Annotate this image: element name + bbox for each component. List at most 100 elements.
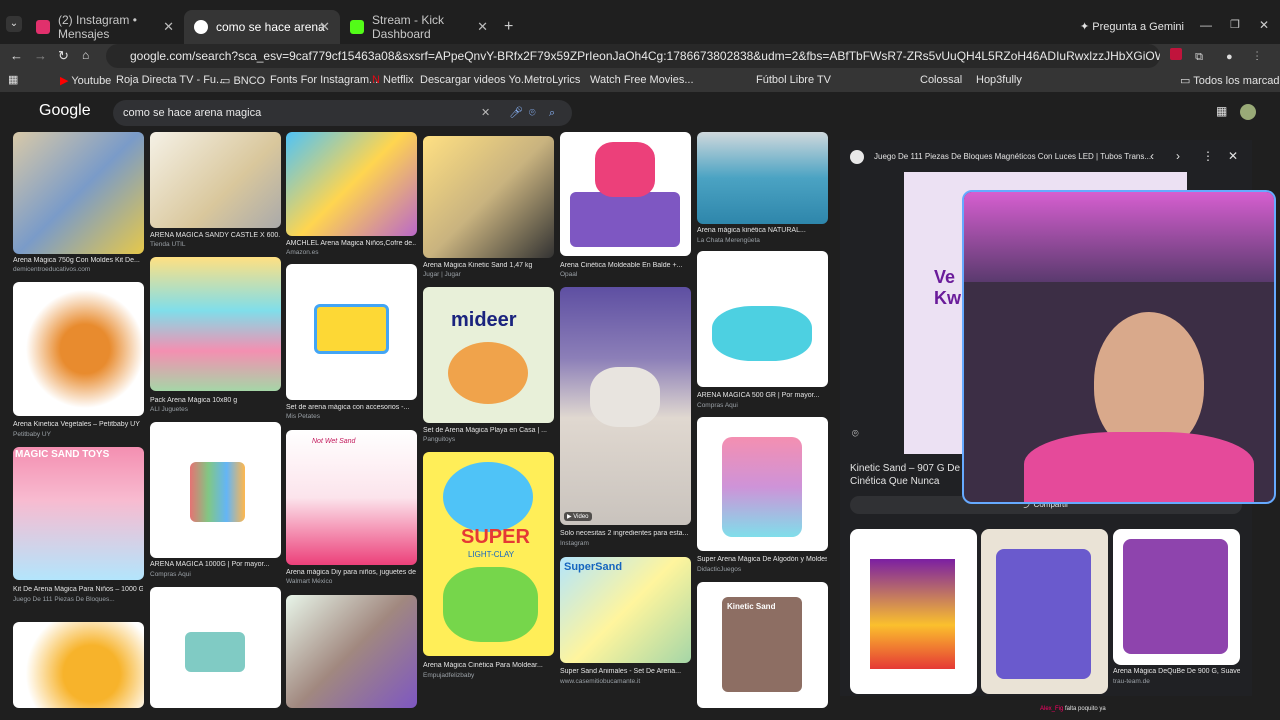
- result-image[interactable]: [150, 132, 281, 228]
- result-image[interactable]: [697, 417, 828, 551]
- result-source[interactable]: ALI Juguetes: [150, 406, 188, 413]
- result-caption[interactable]: Set de Arena Mágica Playa en Casa | ...: [423, 427, 553, 434]
- related-caption[interactable]: Arena Mágica DeQuBe De 900 G, Suave...: [1113, 668, 1240, 675]
- url-bar[interactable]: google.com/search?sca_esv=9caf779cf15463…: [106, 44, 1160, 68]
- related-image[interactable]: [850, 529, 977, 694]
- result-image[interactable]: [286, 264, 417, 400]
- result-source[interactable]: Mis Petates: [286, 413, 320, 420]
- result-source[interactable]: demicentroeducativos.com: [13, 266, 90, 273]
- reload-icon[interactable]: ↻: [58, 48, 69, 64]
- result-image[interactable]: SUPER LIGHT-CLAY: [423, 452, 554, 656]
- result-source[interactable]: Petitbaby UY: [13, 431, 51, 438]
- extension-icon[interactable]: [1170, 48, 1182, 60]
- bookmark-descargar[interactable]: Descargar videos Yo...: [420, 74, 530, 86]
- bookmark-fonts[interactable]: Fonts For Instagram...: [270, 74, 378, 86]
- bookmark-youtube[interactable]: ▶ Youtube: [60, 74, 111, 87]
- related-image[interactable]: [1113, 529, 1240, 665]
- close-icon[interactable]: ✕: [477, 19, 488, 35]
- google-logo[interactable]: Google: [39, 102, 91, 120]
- lens-icon[interactable]: ⌾: [529, 100, 536, 126]
- result-image[interactable]: Not Wet Sand: [286, 430, 417, 565]
- search-input[interactable]: como se hace arena magica ✕ 🎤︎ ⌾ ⌕: [113, 100, 572, 126]
- bookmark-colossal[interactable]: Colossal: [920, 74, 962, 86]
- puzzle-icon[interactable]: ⧉: [1195, 51, 1213, 63]
- result-caption[interactable]: Kit De Arena Mágica Para Niños – 1000 G.…: [13, 586, 143, 593]
- result-source[interactable]: Instagram: [560, 540, 589, 547]
- tab-kick[interactable]: Stream - Kick Dashboard ✕: [340, 13, 498, 41]
- close-icon[interactable]: ✕: [163, 19, 174, 35]
- result-source[interactable]: www.casemitiobucamante.it: [560, 678, 640, 685]
- result-source[interactable]: Panguitoys: [423, 436, 455, 443]
- result-image[interactable]: Kinetic Sand: [697, 582, 828, 708]
- clear-icon[interactable]: ✕: [481, 100, 490, 126]
- result-source[interactable]: Amazon.es: [286, 249, 319, 256]
- preview-desc[interactable]: Kinetic Sand – 907 G De A Cinética Que N…: [850, 462, 969, 488]
- bookmark-futbol[interactable]: Fútbol Libre TV: [756, 74, 831, 86]
- profile-icon[interactable]: ●: [1226, 51, 1243, 63]
- result-image[interactable]: MAGIC SAND TOYS: [13, 447, 144, 580]
- result-caption[interactable]: ARENA MAGICA 500 GR | Por mayor...: [697, 392, 827, 399]
- apps-icon[interactable]: ▦: [8, 73, 18, 86]
- bookmark-roja[interactable]: Roja Directa TV - Fu...: [116, 74, 225, 86]
- related-source[interactable]: trau-team.de: [1113, 678, 1150, 685]
- result-caption[interactable]: ARENA MAGICA SANDY CASTLE X 600...: [150, 232, 280, 239]
- result-source[interactable]: Opaal: [560, 271, 577, 278]
- tab-google-search[interactable]: como se hace arena magica - B ✕: [184, 10, 340, 44]
- avatar[interactable]: [1240, 104, 1256, 120]
- tab-instagram[interactable]: (2) Instagram • Mensajes ✕: [26, 13, 184, 41]
- bookmark-all[interactable]: ▭ Todos los marcadores: [1180, 74, 1280, 87]
- bookmark-netflix[interactable]: N Netflix: [372, 74, 414, 86]
- gemini-button[interactable]: ✦ Pregunta a Gemini: [1080, 20, 1184, 33]
- result-image[interactable]: [150, 257, 281, 391]
- result-caption[interactable]: AMCHLEL Arena Magica Niños,Cofre de...: [286, 240, 416, 247]
- result-source[interactable]: Tienda UTIL: [150, 241, 186, 248]
- menu-icon[interactable]: ⋮: [1256, 51, 1269, 63]
- google-apps-icon[interactable]: ▦: [1216, 104, 1227, 118]
- result-image[interactable]: [697, 251, 828, 387]
- mic-icon[interactable]: 🎤︎: [509, 100, 523, 126]
- result-image[interactable]: mideer: [423, 287, 554, 423]
- result-caption[interactable]: Arena Mágica Kinetic Sand 1,47 kg: [423, 262, 553, 269]
- related-image[interactable]: [981, 529, 1108, 694]
- result-image[interactable]: [423, 136, 554, 258]
- result-image[interactable]: SuperSand: [560, 557, 691, 663]
- search-icon[interactable]: ⌕: [549, 100, 555, 126]
- result-source[interactable]: Empujadfelizbaby: [423, 672, 474, 679]
- result-image[interactable]: [13, 282, 144, 416]
- result-caption[interactable]: Arena mágica Diy para niños, juguetes de…: [286, 569, 416, 576]
- result-image[interactable]: [286, 595, 417, 708]
- result-caption[interactable]: Super Arena Mágica De Algodón y Moldes..…: [697, 556, 827, 563]
- bookmark-metrolyrics[interactable]: MetroLyrics: [524, 74, 580, 86]
- result-caption[interactable]: ARENA MÁGICA 1000G | Por mayor...: [150, 561, 280, 568]
- restore-button[interactable]: ❐: [1230, 18, 1240, 31]
- bookmark-hop3fully[interactable]: Hop3fully: [976, 74, 1022, 86]
- minimize-button[interactable]: —: [1200, 18, 1212, 32]
- bookmark-bnco[interactable]: ▭ BNCO: [220, 74, 265, 87]
- result-source[interactable]: Juego De 111 Piezas De Bloques...: [13, 596, 115, 603]
- forward-icon[interactable]: →: [34, 48, 47, 63]
- close-icon[interactable]: ✕: [319, 19, 330, 35]
- lens-icon[interactable]: ⌾: [852, 428, 859, 441]
- result-image[interactable]: [286, 132, 417, 236]
- result-caption[interactable]: Set de arena mágica con accesorios -...: [286, 404, 416, 411]
- result-source[interactable]: Walmart México: [286, 578, 332, 585]
- chevron-right-icon[interactable]: ›: [1176, 149, 1180, 163]
- more-icon[interactable]: ⋮: [1202, 149, 1214, 163]
- result-image[interactable]: [13, 132, 144, 254]
- close-panel-icon[interactable]: ✕: [1228, 149, 1238, 163]
- result-source[interactable]: Jugar | Jugar: [423, 271, 461, 278]
- result-caption[interactable]: Arena Kinetica Vegetales – Petitbaby UY: [13, 421, 143, 428]
- tab-search-icon[interactable]: ⌄: [6, 16, 22, 32]
- result-image[interactable]: [697, 132, 828, 224]
- result-image[interactable]: ▶ Video: [560, 287, 691, 525]
- chevron-left-icon[interactable]: ‹: [1150, 149, 1154, 163]
- panel-title[interactable]: Juego De 111 Piezas De Bloques Magnético…: [874, 152, 1154, 161]
- result-image[interactable]: [13, 622, 144, 708]
- result-caption[interactable]: Super Sand Animales - Set De Arena...: [560, 668, 690, 675]
- result-caption[interactable]: Arena Cinética Moldeable En Balde +...: [560, 262, 690, 269]
- result-caption[interactable]: Solo necesitas 2 ingredientes para esta.…: [560, 530, 690, 537]
- result-caption[interactable]: Arena Mágica 750g Con Moldes Kit De...: [13, 257, 143, 264]
- home-icon[interactable]: ⌂: [82, 48, 89, 62]
- result-image[interactable]: [560, 132, 691, 256]
- result-caption[interactable]: Arena Mágica Cinética Para Moldear...: [423, 662, 553, 669]
